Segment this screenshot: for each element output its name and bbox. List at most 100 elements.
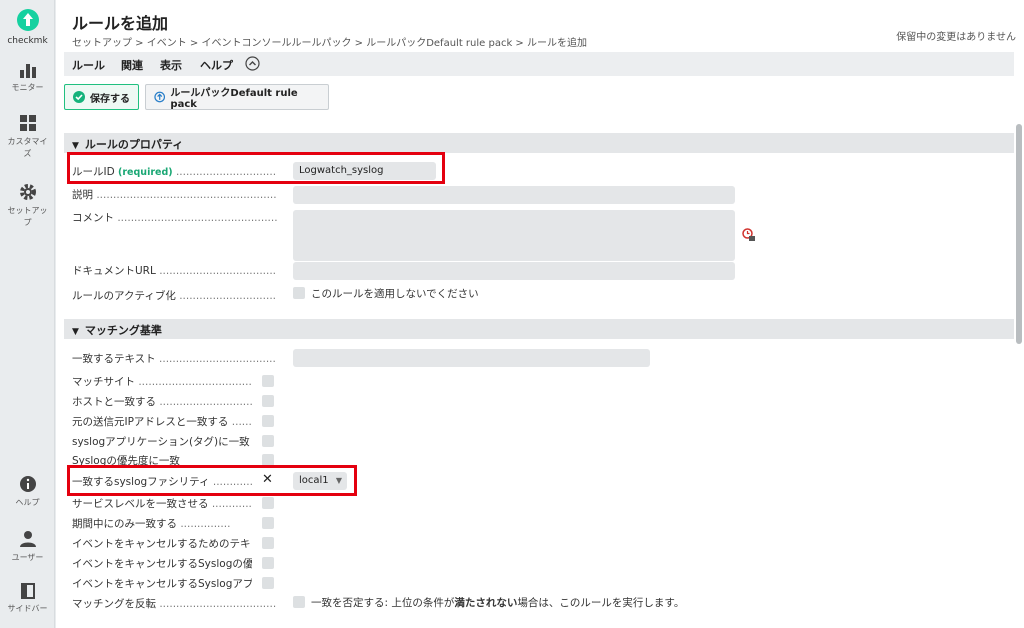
activation-label: ルールのアクティブ化 .............................… [72, 288, 277, 303]
invert-text-bold: 満たされない [454, 597, 518, 609]
cancel-priority-checkbox[interactable] [262, 557, 274, 569]
comment-label: コメント ...................................… [72, 210, 277, 225]
match-host-checkbox[interactable] [262, 395, 274, 407]
match-timeperiod-checkbox[interactable] [262, 517, 274, 529]
section-matching[interactable]: ▼ マッチング基準 [64, 319, 1014, 339]
match-application-label-text: syslogアプリケーション(タグ)に一致 [72, 436, 250, 448]
sidebar-item-sidebar[interactable]: サイドバー [0, 583, 55, 614]
dots: ........................................… [117, 212, 277, 224]
match-service-level-label-text: サービスレベルを一致させる [72, 498, 209, 510]
invert-text-pre: 一致を否定する: 上位の条件が [311, 597, 455, 609]
cancel-application-label-text: イベントをキャンセルするSyslogアプ [72, 578, 252, 590]
invert-text-post: 場合は、このルールを実行します。 [517, 597, 685, 609]
description-label: 説明 .....................................… [72, 187, 277, 202]
menu-help[interactable]: ヘルプ [200, 57, 233, 73]
highlight-rule-id [67, 152, 445, 184]
sidebar: checkmk モニター カスタマイズ セットアップ ヘルプ ユーザー サイドバ… [0, 0, 55, 628]
highlight-facility [67, 465, 357, 496]
match-application-checkbox[interactable] [262, 435, 274, 447]
main-content: ルールを追加 セットアップ > イベント > イベントコンソールルールパック >… [56, 0, 1024, 628]
match-site-checkbox[interactable] [262, 375, 274, 387]
comment-textarea[interactable] [293, 210, 735, 261]
match-ip-label: 元の送信元IPアドレスと一致する .......... [72, 414, 252, 429]
match-host-label-text: ホストと一致する [72, 396, 156, 408]
dots: ............... [180, 518, 231, 530]
dots: ........................................… [159, 396, 252, 408]
pending-changes-status[interactable]: 保留中の変更はありません [896, 28, 1016, 43]
page-title: ルールを追加 [72, 14, 169, 33]
sidebar-item-label: ヘルプ [15, 498, 40, 507]
timestamp-icon[interactable] [742, 228, 756, 242]
match-timeperiod-label-text: 期間中にのみ一致する [72, 518, 177, 530]
section-title: ルールのプロパティ [84, 138, 184, 151]
menu-related[interactable]: 関連 [121, 57, 143, 73]
match-text-label: 一致するテキスト ...............................… [72, 351, 277, 366]
dots: ........................................… [159, 598, 277, 610]
cancel-application-label: イベントをキャンセルするSyslogアプ [72, 576, 252, 591]
menu-display[interactable]: 表示 [160, 57, 182, 73]
sidebar-item-label: モニター [11, 83, 44, 92]
section-rule-properties[interactable]: ▼ ルールのプロパティ [64, 133, 1014, 153]
checkmk-logo[interactable]: checkmk [0, 8, 55, 46]
doc-url-input[interactable] [293, 262, 735, 280]
menu-rule[interactable]: ルール [72, 57, 105, 73]
sidebar-item-help[interactable]: ヘルプ [0, 475, 55, 508]
cancel-text-checkbox[interactable] [262, 537, 274, 549]
disable-rule-checkbox[interactable] [293, 287, 305, 299]
activation-label-text: ルールのアクティブ化 [72, 290, 176, 302]
description-input[interactable] [293, 186, 735, 204]
match-ip-label-text: 元の送信元IPアドレスと一致する [72, 416, 229, 428]
match-service-level-label: サービスレベルを一致させる ............... [72, 496, 252, 511]
dots: ........................................… [96, 189, 277, 201]
invert-label-text: マッチングを反転 [72, 598, 156, 610]
monitor-icon [19, 64, 36, 78]
dots: .......... [231, 416, 252, 428]
chevron-up-icon[interactable] [245, 56, 260, 71]
user-icon [19, 531, 36, 547]
sidebar-item-user[interactable]: ユーザー [0, 530, 55, 563]
sidebar-icon [20, 583, 35, 599]
sidebar-item-label: サイドバー [7, 604, 48, 613]
arrow-up-circle-icon [154, 91, 166, 103]
sidebar-item-setup[interactable]: セットアップ [0, 183, 55, 229]
menu-bar: ルール 関連 表示 ヘルプ [64, 52, 1014, 76]
sidebar-item-monitor[interactable]: モニター [0, 62, 55, 93]
cancel-application-checkbox[interactable] [262, 577, 274, 589]
rulepack-button[interactable]: ルールパックDefault rule pack [145, 84, 329, 110]
sidebar-item-label: カスタマイズ [7, 137, 48, 158]
invert-text: 一致を否定する: 上位の条件が満たされない場合は、このルールを実行します。 [311, 595, 684, 610]
rulepack-label: ルールパックDefault rule pack [170, 88, 298, 110]
match-text-input[interactable] [293, 349, 650, 367]
save-button[interactable]: 保存する [64, 84, 139, 110]
match-service-level-checkbox[interactable] [262, 497, 274, 509]
logo-label: checkmk [7, 36, 48, 46]
info-icon [19, 476, 36, 492]
match-text-label-text: 一致するテキスト [72, 353, 156, 365]
comment-label-text: コメント [72, 212, 114, 224]
cancel-priority-label-text: イベントをキャンセルするSyslogの優 [72, 558, 252, 570]
dots: ........................................… [159, 353, 277, 365]
section-title: マッチング基準 [84, 324, 162, 337]
dots: ........................................… [179, 290, 277, 302]
sidebar-item-label: ユーザー [11, 553, 44, 562]
doc-url-label-text: ドキュメントURL [72, 265, 156, 277]
breadcrumb[interactable]: セットアップ > イベント > イベントコンソールルールパック > ルールパック… [72, 34, 587, 49]
invert-checkbox[interactable] [293, 596, 305, 608]
cancel-text-label-text: イベントをキャンセルするためのテキ [72, 538, 251, 550]
match-host-label: ホストと一致する ...............................… [72, 394, 252, 409]
save-label: 保存する [90, 93, 130, 105]
gear-icon [19, 184, 36, 200]
cancel-text-label: イベントをキャンセルするためのテキ [72, 536, 252, 551]
collapse-triangle-icon: ▼ [72, 327, 79, 337]
match-site-label-text: マッチサイト [72, 376, 135, 388]
cancel-priority-label: イベントをキャンセルするSyslogの優 [72, 556, 252, 571]
match-ip-checkbox[interactable] [262, 415, 274, 427]
description-label-text: 説明 [72, 189, 93, 201]
scrollbar[interactable] [1016, 124, 1022, 344]
match-application-label: syslogアプリケーション(タグ)に一致 [72, 434, 252, 449]
match-timeperiod-label: 期間中にのみ一致する ............... [72, 516, 252, 531]
doc-url-label: ドキュメントURL ..............................… [72, 263, 277, 278]
sidebar-item-customize[interactable]: カスタマイズ [0, 114, 55, 160]
checkmk-logo-icon [16, 9, 39, 31]
customize-icon [19, 115, 36, 131]
